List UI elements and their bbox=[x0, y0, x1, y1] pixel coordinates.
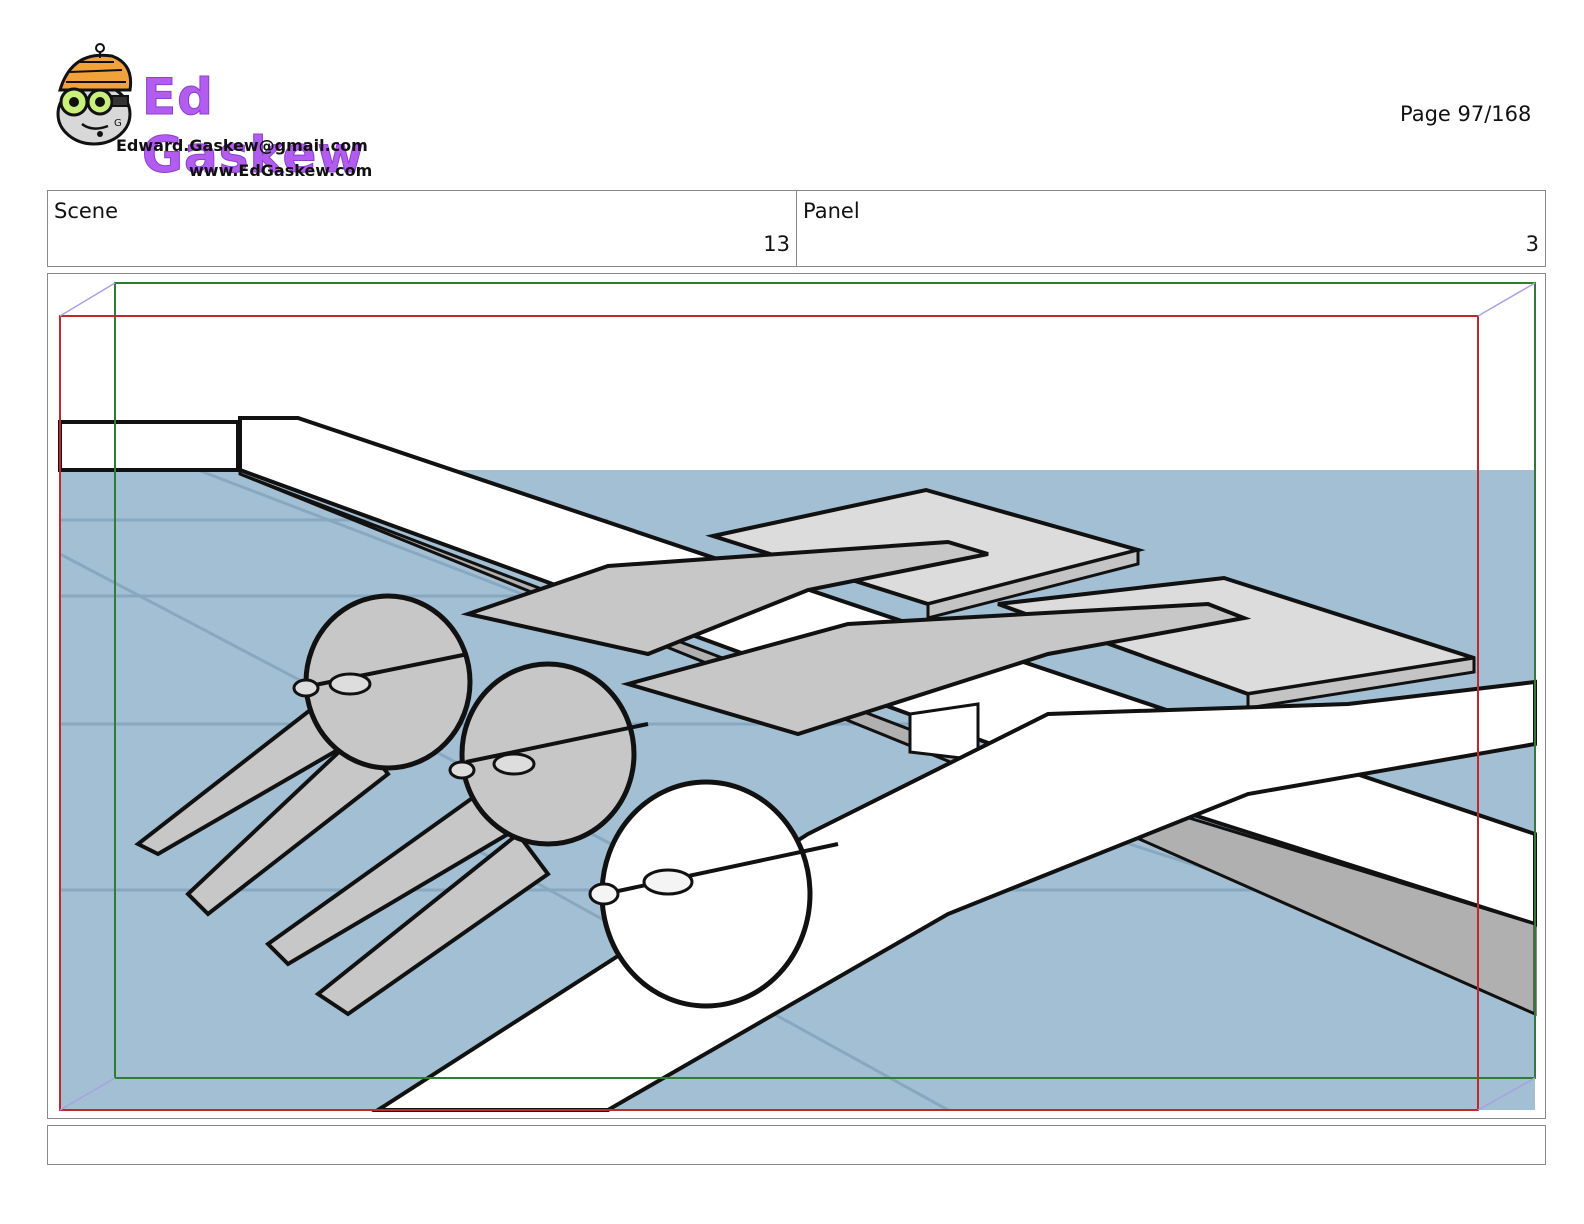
email-address[interactable]: Edward.Gaskew@gmail.com bbox=[116, 136, 368, 155]
panel-number: 3 bbox=[1525, 232, 1539, 256]
panel-label: Panel bbox=[803, 199, 860, 223]
logo: G Ed Gaskew Edward.Gaskew@gmail.com www.… bbox=[52, 42, 392, 185]
caption-box bbox=[47, 1125, 1546, 1165]
scene-label: Scene bbox=[54, 199, 119, 223]
svg-text:G: G bbox=[114, 118, 122, 129]
page-number: Page 97/168 bbox=[1400, 102, 1532, 126]
panel-cell: Panel 3 bbox=[796, 191, 1545, 266]
scene-cell: Scene 13 bbox=[48, 191, 796, 266]
website-link[interactable]: www.EdGaskew.com bbox=[189, 161, 372, 180]
scene-number: 13 bbox=[763, 232, 790, 256]
panel-artwork bbox=[58, 282, 1537, 1112]
storyboard-panel bbox=[47, 273, 1546, 1119]
scene-panel-info: Scene 13 Panel 3 bbox=[47, 190, 1546, 267]
